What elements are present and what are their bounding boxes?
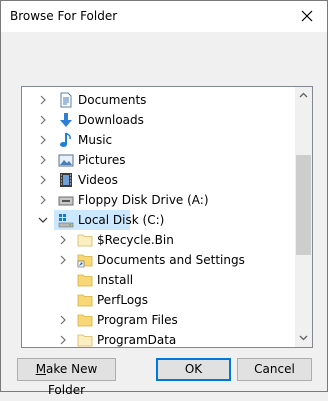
chevron-down-icon[interactable] xyxy=(38,215,48,225)
tree-item-downloads[interactable]: Downloads xyxy=(22,110,295,130)
browse-for-folder-dialog: Browse For Folder Documents Downloads Mu… xyxy=(0,0,328,397)
tree-item-label: Music xyxy=(78,133,113,147)
chevron-right-icon[interactable] xyxy=(58,335,68,345)
chevron-right-icon[interactable] xyxy=(38,195,48,205)
close-button[interactable] xyxy=(287,1,327,32)
tree-item-program-files[interactable]: Program Files xyxy=(22,310,295,330)
scroll-down-icon xyxy=(299,335,308,341)
scroll-up-button[interactable] xyxy=(295,87,312,104)
tree-item-programdata[interactable]: ProgramData xyxy=(22,330,295,347)
tree-item-floppy[interactable]: Floppy Disk Drive (A:) xyxy=(22,190,295,210)
tree-item-label: ProgramData xyxy=(97,333,177,347)
tree-item-label: Install xyxy=(97,273,134,287)
chevron-right-icon[interactable] xyxy=(58,315,68,325)
cancel-button[interactable]: Cancel xyxy=(237,358,312,381)
vertical-scrollbar[interactable] xyxy=(295,87,312,347)
ok-label: OK xyxy=(184,362,203,376)
chevron-right-icon[interactable] xyxy=(38,95,48,105)
tree-item-label: Pictures xyxy=(78,153,126,167)
folder-tree[interactable]: Documents Downloads Music Pictures Video… xyxy=(21,86,313,348)
ok-button[interactable]: OK xyxy=(156,358,231,381)
videos-icon xyxy=(60,173,72,187)
scrollbar-thumb[interactable] xyxy=(296,155,311,255)
title-bar[interactable]: Browse For Folder xyxy=(1,1,327,32)
tree-item-label: Documents and Settings xyxy=(97,253,245,267)
tree-item-label: Floppy Disk Drive (A:) xyxy=(78,193,209,207)
make-new-folder-mnemonic: M xyxy=(35,362,47,376)
cancel-label: Cancel xyxy=(254,362,295,376)
tree-item-recycle-bin[interactable]: $Recycle.Bin xyxy=(22,230,295,250)
close-icon xyxy=(301,10,313,22)
tree-item-label: Downloads xyxy=(78,113,144,127)
tree-item-label: PerfLogs xyxy=(97,293,149,307)
tree-item-documents[interactable]: Documents xyxy=(22,90,295,110)
chevron-right-icon[interactable] xyxy=(58,235,68,245)
folder-icon xyxy=(77,274,93,287)
folder-shortcut-icon xyxy=(77,254,93,268)
floppy-drive-icon xyxy=(58,196,74,206)
scroll-up-icon xyxy=(299,92,308,98)
folder-icon xyxy=(77,234,93,247)
local-disk-icon xyxy=(58,214,74,228)
chevron-right-icon[interactable] xyxy=(38,175,48,185)
chevron-right-icon[interactable] xyxy=(58,255,68,265)
tree-item-label: Local Disk (C:) xyxy=(78,213,165,227)
scroll-down-button[interactable] xyxy=(295,330,312,347)
documents-icon xyxy=(60,92,72,108)
tree-item-documents-and-settings[interactable]: Documents and Settings xyxy=(22,250,295,270)
make-new-folder-button[interactable]: Make New Folder xyxy=(17,358,116,397)
tree-item-install[interactable]: Install xyxy=(22,270,295,290)
folder-icon xyxy=(77,334,93,347)
music-icon xyxy=(60,132,71,147)
window-title: Browse For Folder xyxy=(10,9,118,23)
chevron-right-icon[interactable] xyxy=(38,115,48,125)
tree-item-videos[interactable]: Videos xyxy=(22,170,295,190)
tree-item-label: Videos xyxy=(78,173,118,187)
tree-item-local-disk[interactable]: Local Disk (C:) xyxy=(22,210,295,230)
tree-item-label: $Recycle.Bin xyxy=(97,233,174,247)
tree-item-pictures[interactable]: Pictures xyxy=(22,150,295,170)
folder-icon xyxy=(77,294,93,307)
tree-item-label: Documents xyxy=(78,93,147,107)
chevron-right-icon[interactable] xyxy=(38,135,48,145)
chevron-right-icon[interactable] xyxy=(38,155,48,165)
tree-item-label: Program Files xyxy=(97,313,178,327)
tree-item-music[interactable]: Music xyxy=(22,130,295,150)
folder-icon xyxy=(77,314,93,327)
pictures-icon xyxy=(58,154,74,167)
tree-item-perflogs[interactable]: PerfLogs xyxy=(22,290,295,310)
downloads-icon xyxy=(60,113,72,127)
